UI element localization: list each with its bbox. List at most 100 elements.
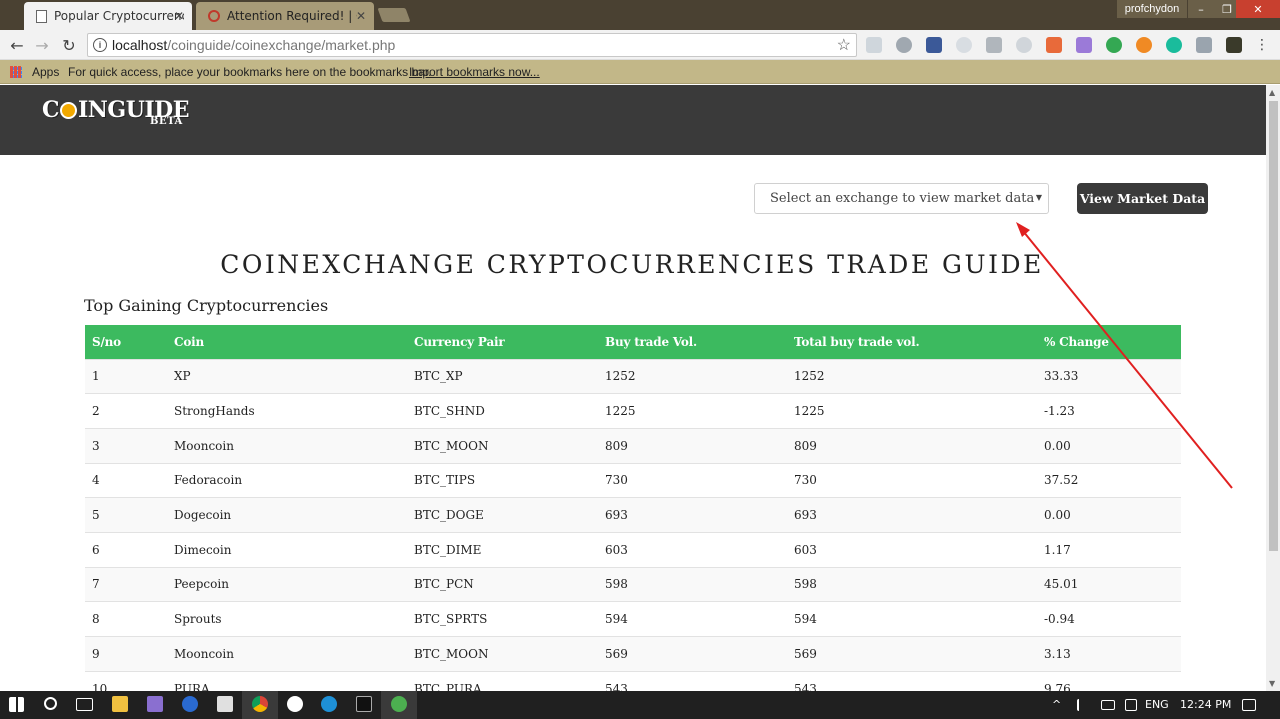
bookmarks-bar: Apps For quick access, place your bookma… [0,60,1280,84]
table-cell: 730 [787,462,1037,498]
info-icon[interactable]: i [93,38,107,52]
action-center-icon[interactable] [1242,699,1256,711]
react-icon[interactable] [1016,37,1032,53]
extension-icon[interactable] [1196,37,1212,53]
angular-icon[interactable] [986,37,1002,53]
table-cell: 598 [598,566,787,602]
app-icon[interactable] [217,696,233,712]
table-cell: BTC_XP [407,358,598,394]
address-bar[interactable]: i localhost/coinguide/coinexchange/marke… [87,33,857,57]
reload-icon[interactable]: ↻ [58,35,80,55]
close-icon[interactable]: ✕ [356,9,366,23]
minimize-icon[interactable]: – [1188,0,1214,18]
extension-icon[interactable] [866,37,882,53]
bookmarks-hint: For quick access, place your bookmarks h… [68,65,432,79]
tab-attention-required[interactable]: Attention Required! | Clo ✕ [196,2,374,30]
show-hidden-icons-icon[interactable]: ^ [1052,698,1061,711]
back-icon[interactable]: ← [6,35,28,55]
close-icon[interactable]: ✕ [174,9,184,23]
table-cell: BTC_SPRTS [407,601,598,637]
apps-icon[interactable] [10,66,22,78]
app-icon[interactable] [147,696,163,712]
table-cell: 603 [787,531,1037,568]
table-cell: 594 [598,601,787,637]
browser-tab-strip: Popular Cryptocurrencies ✕ Attention Req… [0,0,1280,30]
table-row: 9 Mooncoin BTC_MOON 569 569 3.13 [85,636,1181,672]
page-scrollbar[interactable]: ▲ ▼ [1266,85,1280,691]
profile-button[interactable]: profchydon [1117,0,1187,18]
table-cell: 1.17 [1037,531,1181,568]
terminal-icon[interactable] [356,696,372,712]
table-cell: BTC_SHND [407,393,598,429]
maps-icon[interactable] [182,696,198,712]
table-row: 2 StrongHands BTC_SHND 1225 1225 -1.23 [85,393,1181,429]
table-cell: BTC_MOON [407,636,598,672]
search-icon[interactable] [44,697,57,710]
app-icon[interactable] [391,696,407,712]
table-cell: 809 [598,427,787,464]
bitcoin-coin-icon [60,102,78,119]
network-icon[interactable] [1101,700,1115,710]
scroll-down-icon[interactable]: ▼ [1269,679,1275,688]
bookmark-star-icon[interactable]: ☆ [837,35,851,55]
keyboard-icon[interactable] [1125,699,1137,711]
table-body: 1 XP BTC_XP 1252 1252 33.33 2 StrongHands BTC_SH… [85,358,1181,691]
extension-icon[interactable] [1166,37,1182,53]
table-cell: Dogecoin [167,497,407,533]
table-header-row: S/no Coin Currency Pair Buy trade Vol. T… [85,325,1181,359]
table-row: 10 PURA BTC_PURA 543 543 9.76 [85,670,1181,691]
table-cell: 9.76 [1037,670,1181,691]
column-header: Buy trade Vol. [598,325,787,359]
table-cell: 594 [787,601,1037,637]
table-cell: 2 [85,393,167,429]
clock[interactable]: 12:24 PM [1180,698,1231,711]
table-cell: 8 [85,601,167,637]
tab-popular-cryptocurrencies[interactable]: Popular Cryptocurrencies ✕ [24,2,192,30]
table-cell: BTC_PCN [407,566,598,602]
import-bookmarks-link[interactable]: Import bookmarks now... [409,65,540,79]
table-cell: 7 [85,566,167,602]
table-cell: 1 [85,358,167,394]
table-cell: 543 [598,670,787,691]
table-cell: 37.52 [1037,462,1181,498]
facebook-icon[interactable] [926,37,942,53]
extension-icon[interactable] [1106,37,1122,53]
app-icon[interactable] [287,696,303,712]
chrome-icon[interactable] [252,696,268,712]
file-explorer-icon[interactable] [112,696,128,712]
table-cell: -0.94 [1037,601,1181,637]
page-title: COINEXCHANGE CRYPTOCURRENCIES TRADE GUID… [220,250,1044,279]
view-market-data-button[interactable]: View Market Data [1077,183,1208,214]
extension-icon[interactable] [1076,37,1092,53]
page-viewport: C INGUIDE BETA Select an exchange to view… [0,85,1266,691]
volume-icon[interactable] [1077,699,1089,711]
table-cell: 543 [787,670,1037,691]
exchange-select[interactable]: Select an exchange to view market data ▼ [754,183,1049,214]
extension-icon[interactable] [956,37,972,53]
table-cell: 730 [598,462,787,498]
windows-start-icon[interactable] [9,697,24,712]
table-cell: 603 [598,531,787,568]
new-tab-button[interactable] [377,8,411,22]
table-cell: 569 [787,636,1037,672]
table-cell: 1225 [598,393,787,429]
menu-icon[interactable]: ⋮ [1251,35,1273,55]
language-indicator[interactable]: ENG [1145,698,1169,711]
table-cell: Sprouts [167,601,407,637]
extension-icon[interactable] [1136,37,1152,53]
forward-icon[interactable]: → [31,35,53,55]
extension-icon[interactable] [1226,37,1242,53]
scroll-thumb[interactable] [1269,101,1278,551]
top-gaining-table: S/no Coin Currency Pair Buy trade Vol. T… [85,325,1181,691]
extension-icon[interactable] [896,37,912,53]
apps-shortcut[interactable]: Apps [32,65,59,79]
url-path: /coinguide/coinexchange/market.php [167,37,396,53]
extension-icon[interactable] [1046,37,1062,53]
table-cell: BTC_TIPS [407,462,598,498]
scroll-up-icon[interactable]: ▲ [1269,88,1275,97]
table-cell: 3 [85,427,167,464]
app-icon[interactable] [321,696,337,712]
window-close-icon[interactable]: ✕ [1236,0,1280,18]
table-cell: 6 [85,531,167,568]
task-view-icon[interactable] [76,698,93,711]
